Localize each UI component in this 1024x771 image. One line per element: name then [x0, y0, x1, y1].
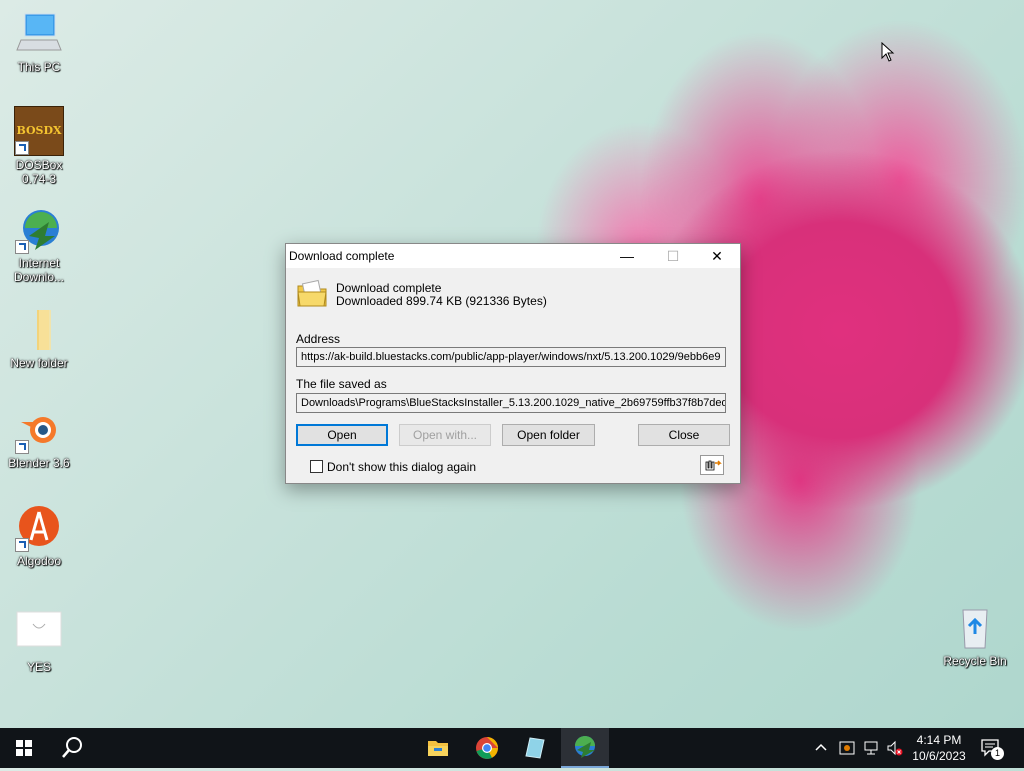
security-icon [839, 741, 855, 755]
search-button[interactable] [48, 728, 96, 768]
algodoo-icon [15, 504, 63, 552]
open-with-button: Open with... [399, 424, 491, 446]
dialog-titlebar[interactable]: Download complete — ☐ ✕ [286, 244, 740, 268]
dialog-title: Download complete [289, 249, 395, 263]
download-folder-icon [296, 278, 328, 313]
desktop-icon-algodoo[interactable]: Algodoo [1, 504, 77, 568]
open-button[interactable]: Open [296, 424, 388, 446]
computer-icon [15, 10, 63, 58]
chrome-icon [476, 737, 498, 759]
taskbar-notes-app[interactable] [512, 728, 560, 768]
download-complete-dialog: Download complete — ☐ ✕ Download complet… [285, 243, 741, 484]
shortcut-arrow-icon [15, 538, 29, 552]
saved-as-label: The file saved as [296, 377, 387, 391]
desktop-icon-label: Blender 3.6 [8, 456, 70, 470]
desktop-icon-new-folder[interactable]: New folder [1, 306, 77, 370]
taskbar-file-explorer[interactable] [414, 728, 462, 768]
clock[interactable]: 4:14 PM 10/6/2023 [906, 732, 972, 764]
taskbar-chrome[interactable] [463, 728, 511, 768]
dialog-header: Download complete [336, 281, 442, 295]
desktop-icon-this-pc[interactable]: This PC [1, 10, 77, 74]
close-button[interactable]: Close [638, 424, 730, 446]
close-window-button[interactable]: ✕ [694, 244, 740, 268]
windows-logo-icon [16, 740, 32, 756]
recycle-bin-icon [951, 604, 999, 652]
dont-show-label[interactable]: Don't show this dialog again [327, 460, 476, 474]
chevron-up-icon [815, 743, 827, 751]
blender-icon [15, 406, 63, 454]
mouse-cursor-icon [881, 41, 895, 65]
desktop-icon-yes[interactable]: YES [1, 610, 77, 674]
desktop-icon-label: DOSBox 0.74-3 [15, 158, 63, 186]
notes-icon [525, 737, 545, 759]
desktop-icon-dosbox[interactable]: BOSDX DOSBox 0.74-3 [1, 106, 77, 186]
shortcut-arrow-icon [15, 240, 29, 254]
tray-app-icon[interactable] [838, 739, 856, 760]
address-field[interactable]: https://ak-build.bluestacks.com/public/a… [296, 347, 726, 367]
network-icon [864, 741, 878, 755]
search-icon [62, 737, 82, 758]
desktop-icon-recycle-bin[interactable]: Recycle Bin [937, 604, 1013, 668]
desktop-icon-label: This PC [17, 60, 61, 74]
minimize-icon: — [620, 248, 634, 264]
desktop-icon-label: New folder [10, 356, 68, 370]
internet-download-manager-icon [15, 206, 63, 254]
address-label: Address [296, 332, 341, 346]
desktop-icon-label: YES [26, 660, 51, 674]
maximize-icon: ☐ [666, 248, 680, 264]
folder-icon [15, 306, 63, 354]
clock-date: 10/6/2023 [912, 749, 966, 763]
desktop-icon-label: Recycle Bin [943, 654, 1007, 668]
taskbar: 4:14 PM 10/6/2023 1 [0, 728, 1024, 768]
dosbox-icon: BOSDX [14, 106, 64, 156]
desktop-icon-label: Internet Downlo... [13, 256, 65, 284]
action-center-button[interactable]: 1 [980, 738, 1004, 761]
file-icon [15, 610, 63, 658]
desktop-icon-label: Algodoo [16, 554, 62, 568]
dont-show-checkbox[interactable] [310, 460, 323, 473]
network-button[interactable] [862, 739, 880, 760]
start-button[interactable] [0, 728, 48, 768]
download-size-text: Downloaded 899.74 KB (921336 Bytes) [336, 294, 547, 308]
volume-button[interactable] [886, 739, 904, 760]
shortcut-arrow-icon [15, 141, 29, 155]
taskbar-idm-active[interactable] [561, 728, 609, 768]
saved-path-field[interactable]: Downloads\Programs\BlueStacksInstaller_5… [296, 393, 726, 413]
desktop-icon-blender[interactable]: Blender 3.6 [1, 406, 77, 470]
minimize-button[interactable]: — [604, 244, 650, 268]
volume-muted-icon [887, 740, 903, 756]
desktop-icon-idm[interactable]: Internet Downlo... [1, 206, 77, 284]
file-explorer-icon [428, 741, 448, 756]
idm-hand-icon[interactable] [700, 455, 724, 475]
notification-count-badge: 1 [991, 747, 1004, 760]
clock-time: 4:14 PM [916, 733, 962, 747]
internet-download-manager-icon [575, 736, 595, 758]
shortcut-arrow-icon [15, 440, 29, 454]
show-hidden-icons-button[interactable] [814, 740, 828, 757]
maximize-button: ☐ [650, 244, 696, 268]
open-folder-button[interactable]: Open folder [502, 424, 595, 446]
close-icon: ✕ [711, 248, 723, 264]
